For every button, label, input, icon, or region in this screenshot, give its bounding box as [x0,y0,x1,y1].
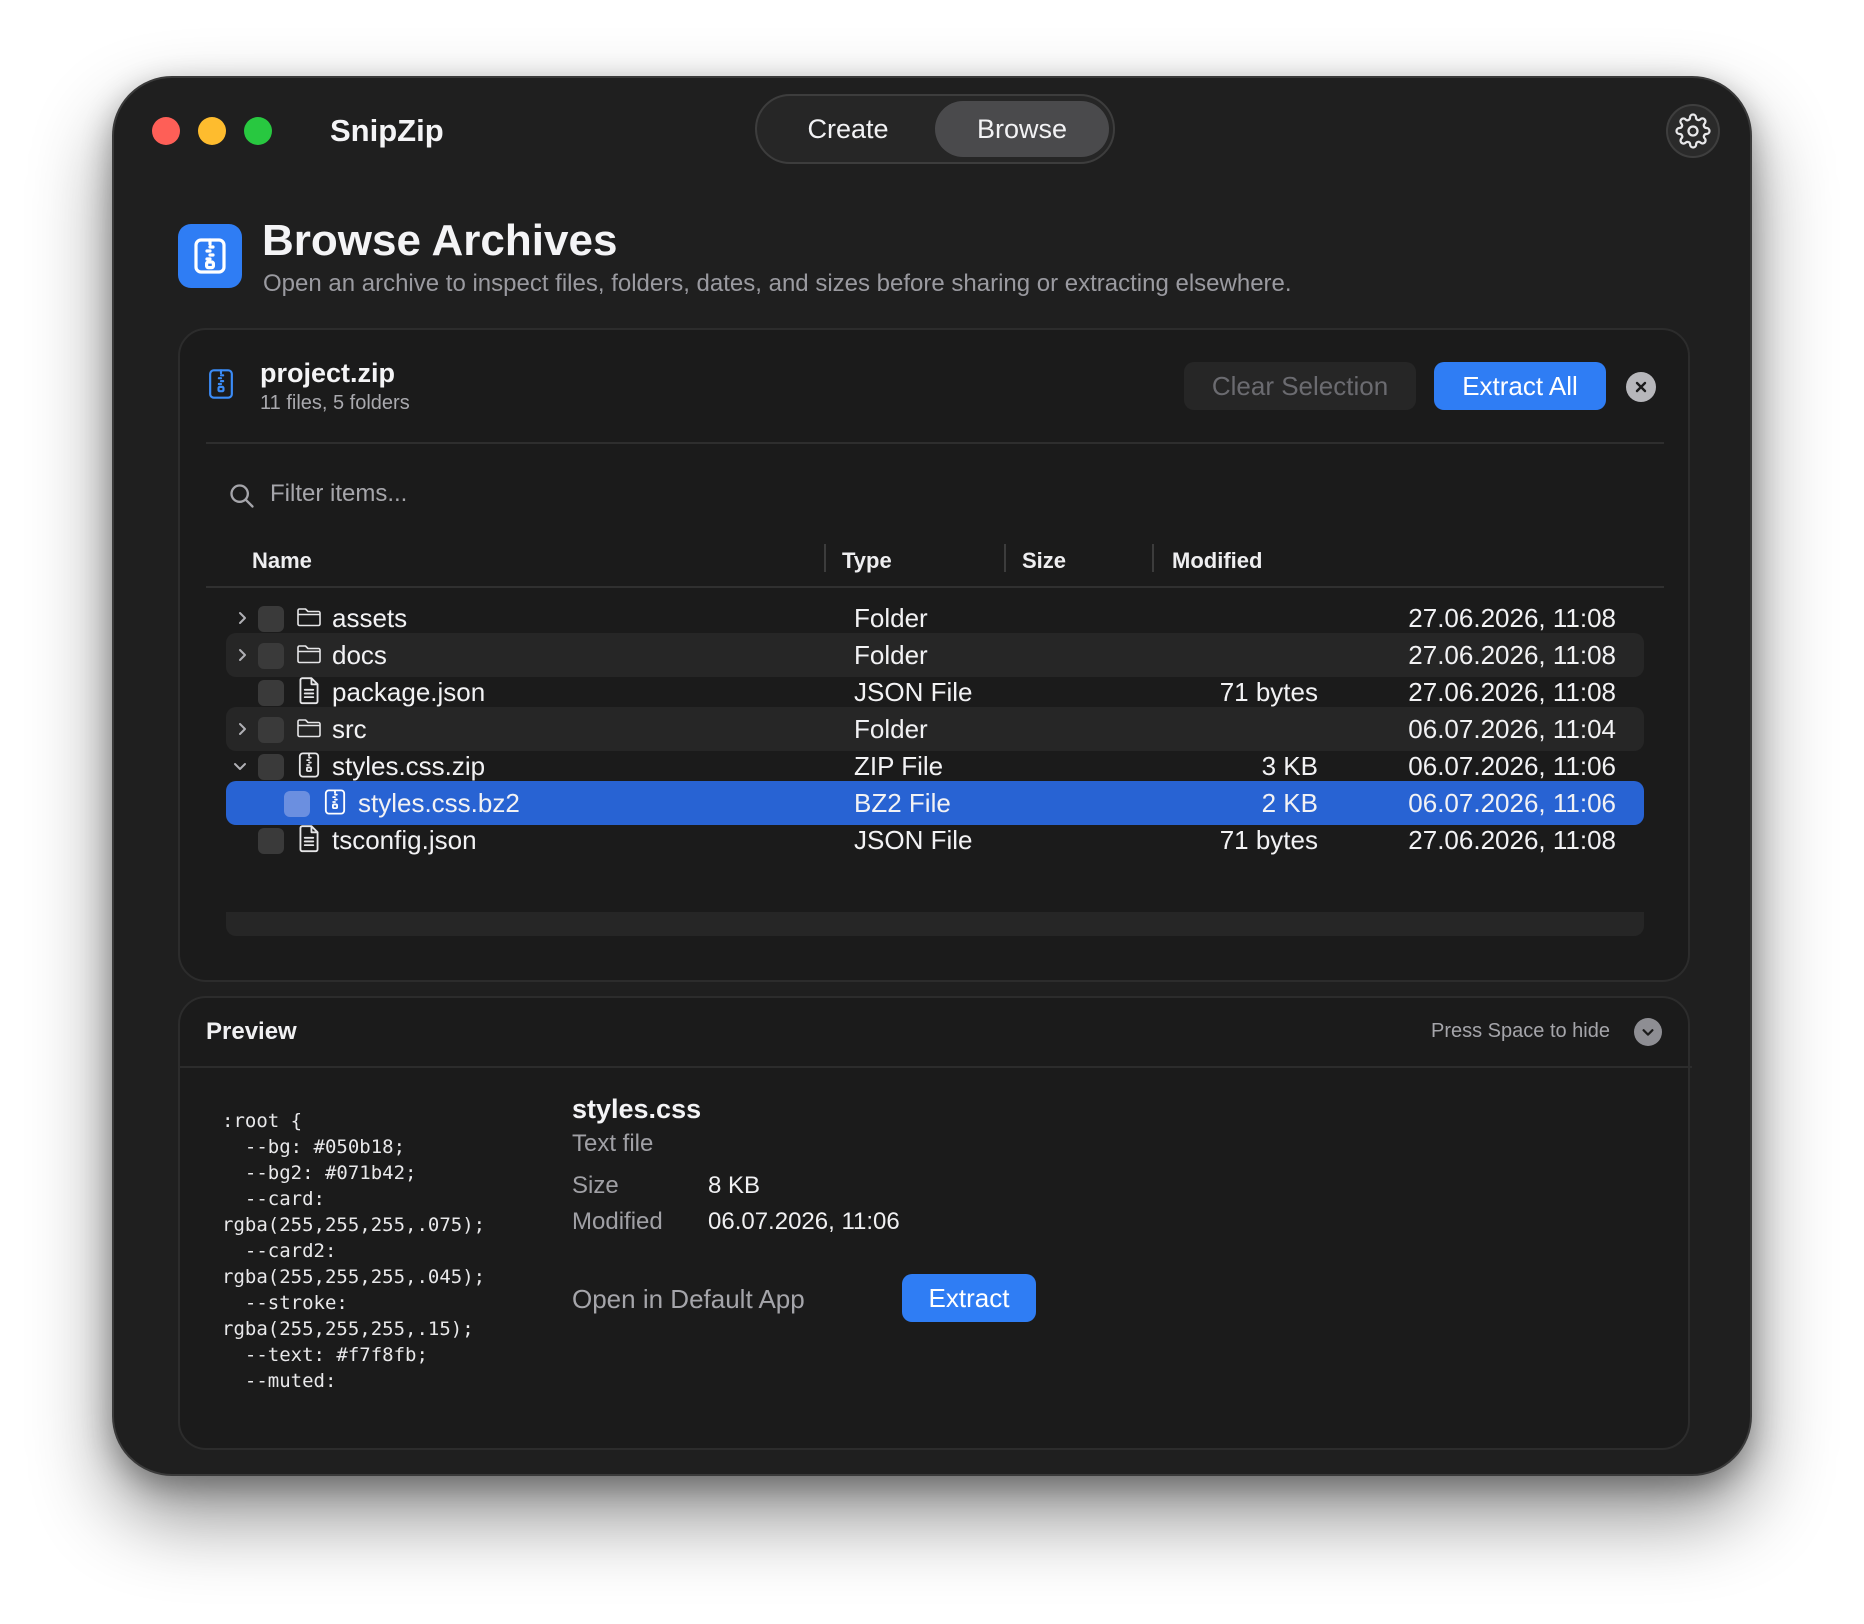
row-checkbox[interactable] [258,828,284,854]
row-checkbox[interactable] [284,791,310,817]
extract-all-button[interactable]: Extract All [1434,362,1606,410]
tab-create[interactable]: Create [761,101,935,157]
archive-panel: project.zip 11 files, 5 folders Clear Se… [178,328,1690,982]
chevron-down-icon [1642,1029,1654,1036]
zip-icon [324,789,346,815]
row-type: BZ2 File [854,788,951,818]
row-modified: 27.06.2026, 11:08 [1408,603,1616,633]
zip-icon [194,238,226,274]
page-subtitle: Open an archive to inspect files, folder… [263,270,1292,297]
column-name-header[interactable]: Name [252,548,312,574]
page-title: Browse Archives [262,216,618,265]
app-window: SnipZip Create Browse Browse Archives Op… [112,76,1752,1476]
row-checkbox[interactable] [258,606,284,632]
row-size: 2 KB [1261,788,1318,818]
column-size-header[interactable]: Size [1022,548,1066,574]
row-type: Folder [854,603,928,633]
collapse-preview-button[interactable] [1634,1018,1662,1046]
row-name: styles.css.zip [332,751,486,781]
row-name: src [332,714,367,744]
chevron-right-icon[interactable] [234,647,250,663]
row-type: Folder [854,714,928,744]
app-title: SnipZip [330,113,444,148]
divider [206,442,1664,444]
row-type: JSON File [854,677,973,707]
clear-selection-button[interactable]: Clear Selection [1184,362,1416,410]
row-name: package.json [332,677,486,707]
row-type: ZIP File [854,751,944,781]
settings-button[interactable] [1666,104,1720,158]
search-icon [230,484,254,508]
row-size: 71 bytes [1219,677,1318,707]
extract-button[interactable]: Extract [902,1274,1036,1322]
folder-icon [297,608,321,627]
archive-name: project.zip [260,358,396,388]
divider [180,1066,1692,1068]
window-controls [152,117,272,145]
row-type: JSON File [854,825,973,855]
row-modified: 27.06.2026, 11:08 [1408,640,1616,670]
row-modified: 06.07.2026, 11:06 [1408,788,1616,818]
filter-input[interactable] [270,474,870,514]
preview-file-kind: Text file [572,1130,654,1157]
modified-value: 06.07.2026, 11:06 [708,1208,900,1235]
row-modified: 06.07.2026, 11:06 [1408,751,1616,781]
preview-title: Preview [206,1018,297,1045]
file-table: assets Folder 27.06.2026, 11:08 docs Fol… [226,596,1644,920]
zip-icon [298,752,320,778]
preview-hint: Press Space to hide [1431,1020,1610,1042]
size-label: Size [572,1172,619,1199]
size-value: 8 KB [708,1172,761,1199]
table-row-partial [226,912,1644,936]
row-checkbox[interactable] [258,754,284,780]
folder-icon [297,645,321,664]
archive-summary: 11 files, 5 folders [260,392,410,414]
row-name: docs [332,640,387,670]
mode-switcher: Create Browse [755,94,1115,164]
row-type: Folder [854,640,928,670]
row-checkbox[interactable] [258,717,284,743]
row-name: assets [332,603,408,633]
row-size: 3 KB [1261,751,1318,781]
table-header: Name Type Size Modified [206,540,1664,588]
maximize-window-button[interactable] [244,117,272,145]
modified-label: Modified [572,1208,663,1235]
close-archive-button[interactable] [1626,372,1656,402]
row-modified: 06.07.2026, 11:04 [1408,714,1616,744]
tab-browse[interactable]: Browse [935,101,1109,157]
column-separator[interactable] [1004,544,1006,572]
column-separator[interactable] [824,544,826,572]
preview-file-name: styles.css [572,1094,702,1124]
chevron-right-icon[interactable] [234,610,250,626]
row-modified: 27.06.2026, 11:08 [1408,825,1616,855]
row-name: tsconfig.json [332,825,477,855]
row-checkbox[interactable] [258,643,284,669]
document-icon [299,825,319,853]
document-icon [299,677,319,705]
chevron-down-icon[interactable] [232,758,248,774]
code-preview: :root { --bg: #050b18; --bg2: #071b42; -… [222,1110,486,1392]
row-modified: 27.06.2026, 11:08 [1408,677,1616,707]
column-modified-header[interactable]: Modified [1172,548,1262,574]
close-window-button[interactable] [152,117,180,145]
open-in-default-app-button[interactable]: Open in Default App [572,1284,805,1315]
column-separator[interactable] [1152,544,1154,572]
row-size: 71 bytes [1219,825,1318,855]
row-name: styles.css.bz2 [358,788,520,818]
chevron-right-icon[interactable] [234,721,250,737]
minimize-window-button[interactable] [198,117,226,145]
close-icon [1635,381,1647,393]
column-type-header[interactable]: Type [842,548,892,574]
gear-icon [1675,113,1711,149]
folder-icon [297,719,321,738]
archive-app-icon [178,224,242,288]
preview-panel: Preview Press Space to hide :root { --bg… [178,996,1692,1450]
table-row[interactable]: tsconfig.json JSON File 71 bytes 27.06.2… [226,818,1644,862]
row-checkbox[interactable] [258,680,284,706]
zip-icon [208,368,234,405]
